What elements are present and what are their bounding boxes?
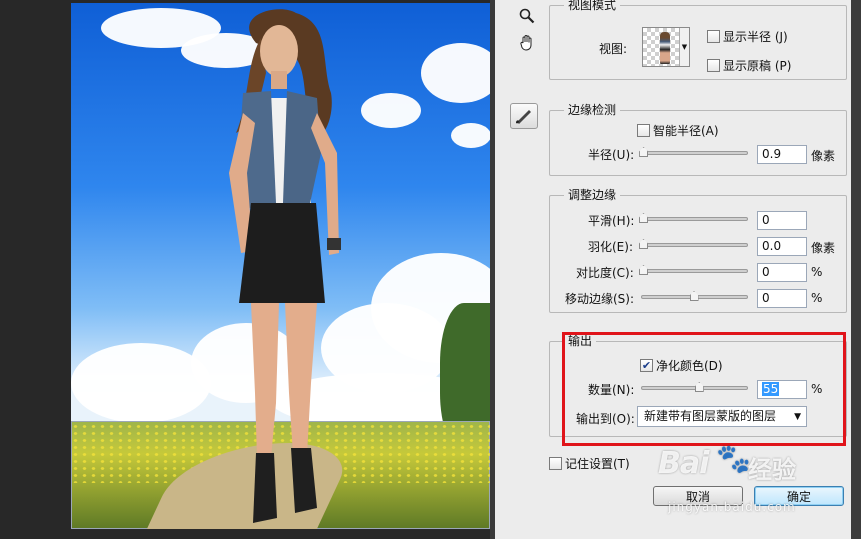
show-radius-checkbox[interactable]: 显示半径 (J): [707, 28, 788, 45]
dialog-right-border: [851, 0, 861, 539]
output-title: 输出: [564, 334, 597, 348]
view-mode-title: 视图模式: [564, 0, 621, 12]
smooth-input[interactable]: 0: [757, 211, 807, 230]
feather-slider[interactable]: [639, 239, 748, 249]
view-label: 视图:: [599, 42, 628, 56]
output-to-label: 输出到(O):: [576, 412, 635, 426]
radius-input[interactable]: 0.9: [757, 145, 807, 164]
shift-edge-slider[interactable]: [641, 291, 748, 301]
smooth-label: 平滑(H):: [588, 214, 635, 228]
edge-detection-group: 边缘检测: [549, 103, 847, 176]
smart-radius-label: 智能半径(A): [653, 124, 719, 138]
show-radius-box[interactable]: [707, 30, 720, 43]
show-original-box[interactable]: [707, 59, 720, 72]
hand-icon[interactable]: [514, 30, 540, 54]
amount-slider[interactable]: [641, 382, 748, 392]
refine-radius-brush-icon[interactable]: [510, 103, 538, 129]
preview-photo[interactable]: [71, 3, 490, 529]
show-original-label: 显示原稿 (P): [723, 59, 792, 73]
show-original-checkbox[interactable]: 显示原稿 (P): [707, 57, 791, 74]
magnifier-icon[interactable]: [514, 4, 540, 28]
model-figure: [229, 9, 341, 523]
view-thumbnail-figure: [660, 32, 670, 64]
feather-input[interactable]: 0.0: [757, 237, 807, 256]
view-mode-group: 视图模式: [549, 0, 847, 80]
feather-unit: 像素: [811, 241, 836, 255]
remember-settings-label: 记住设置(T): [565, 457, 630, 471]
ok-button[interactable]: 确定: [754, 486, 844, 506]
view-mode-picker[interactable]: ▼: [642, 27, 690, 67]
contrast-input[interactable]: 0: [757, 263, 807, 282]
radius-label: 半径(U):: [588, 148, 635, 162]
adjust-edge-title: 调整边缘: [564, 188, 621, 202]
cancel-button[interactable]: 取消: [653, 486, 743, 506]
decontaminate-box[interactable]: ✔: [640, 359, 653, 372]
shift-edge-label: 移动边缘(S):: [565, 292, 635, 306]
amount-input[interactable]: 55: [757, 380, 807, 399]
chevron-down-icon: ▼: [679, 28, 689, 66]
document-canvas[interactable]: [0, 0, 490, 539]
smart-radius-checkbox[interactable]: 智能半径(A): [637, 122, 719, 139]
edge-detection-title: 边缘检测: [564, 103, 621, 117]
amount-unit: %: [811, 382, 823, 396]
smooth-slider[interactable]: [639, 213, 748, 223]
decontaminate-checkbox[interactable]: ✔ 净化颜色(D): [640, 357, 723, 374]
shift-edge-input[interactable]: 0: [757, 289, 807, 308]
radius-slider[interactable]: [639, 147, 748, 157]
smart-radius-box[interactable]: [637, 124, 650, 137]
chevron-down-icon: ▼: [794, 412, 801, 422]
remember-settings-checkbox[interactable]: 记住设置(T): [549, 455, 630, 472]
contrast-unit: %: [811, 265, 823, 279]
remember-settings-box[interactable]: [549, 457, 562, 470]
decontaminate-label: 净化颜色(D): [656, 359, 723, 373]
shift-edge-unit: %: [811, 291, 823, 305]
radius-unit: 像素: [811, 149, 836, 163]
check-icon: ✔: [641, 359, 652, 372]
amount-label: 数量(N):: [588, 383, 635, 397]
output-to-select[interactable]: 新建带有图层蒙版的图层 ▼: [637, 406, 807, 427]
output-to-value: 新建带有图层蒙版的图层: [644, 409, 777, 423]
contrast-slider[interactable]: [639, 265, 748, 275]
contrast-label: 对比度(C):: [576, 266, 634, 280]
show-radius-label: 显示半径 (J): [723, 30, 788, 44]
feather-label: 羽化(E):: [588, 240, 633, 254]
